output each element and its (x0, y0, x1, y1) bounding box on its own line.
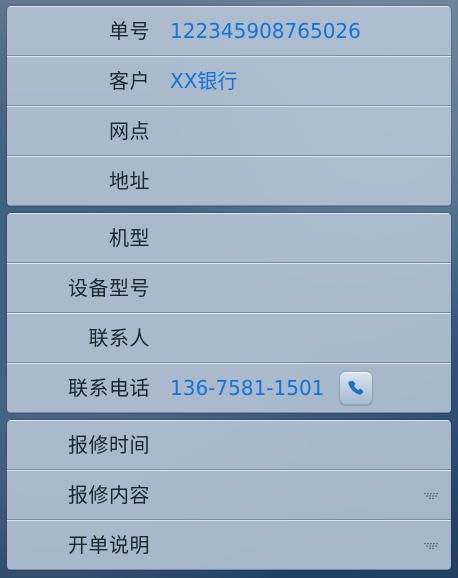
order-number-value: 12234590876502­6 (170, 21, 361, 41)
call-button[interactable] (339, 371, 373, 405)
contact-person-row: 联系人 (7, 313, 451, 363)
repair-content-label: 报修内容 (68, 485, 150, 505)
order-notes-label: 开单说明 (68, 535, 150, 555)
customer-label: 客户 (109, 71, 150, 91)
device-contact-section: 机型 设备型号 联系人 联系电话 136-7581-1501 (7, 213, 451, 413)
customer-row: 客户 XX银行 (7, 56, 451, 106)
order-number-label: 单号 (109, 21, 150, 41)
device-model-row: 设备型号 (7, 263, 451, 313)
repair-time-row: 报修时间 (7, 420, 451, 470)
contact-person-label: 联系人 (88, 328, 150, 348)
phone-icon (348, 380, 364, 395)
contact-phone-row: 联系电话 136-7581-1501 (7, 363, 451, 413)
chevron-down-icon[interactable] (423, 542, 440, 551)
address-label: 地址 (109, 171, 150, 191)
repair-content-row[interactable]: 报修内容 (7, 470, 451, 520)
branch-label: 网点 (109, 121, 150, 141)
order-number-row: 单号 12234590876502­6 (7, 6, 451, 56)
repair-time-label: 报修时间 (68, 435, 150, 455)
work-order-form: 单号 12234590876502­6 客户 XX银行 网点 地址 机型 设备型… (0, 0, 458, 578)
chevron-down-icon[interactable] (423, 492, 440, 501)
repair-section: 报修时间 报修内容 开单说明 (7, 420, 451, 570)
order-notes-row[interactable]: 开单说明 (7, 520, 451, 570)
contact-phone-value: 136-7581-1501 (170, 378, 325, 398)
contact-phone-label: 联系电话 (68, 378, 150, 398)
machine-type-row: 机型 (7, 213, 451, 263)
address-row: 地址 (7, 156, 451, 206)
device-model-label: 设备型号 (68, 278, 150, 298)
order-info-section: 单号 12234590876502­6 客户 XX银行 网点 地址 (7, 6, 451, 206)
branch-row: 网点 (7, 106, 451, 156)
customer-value: XX银行 (170, 71, 238, 91)
machine-type-label: 机型 (109, 228, 150, 248)
